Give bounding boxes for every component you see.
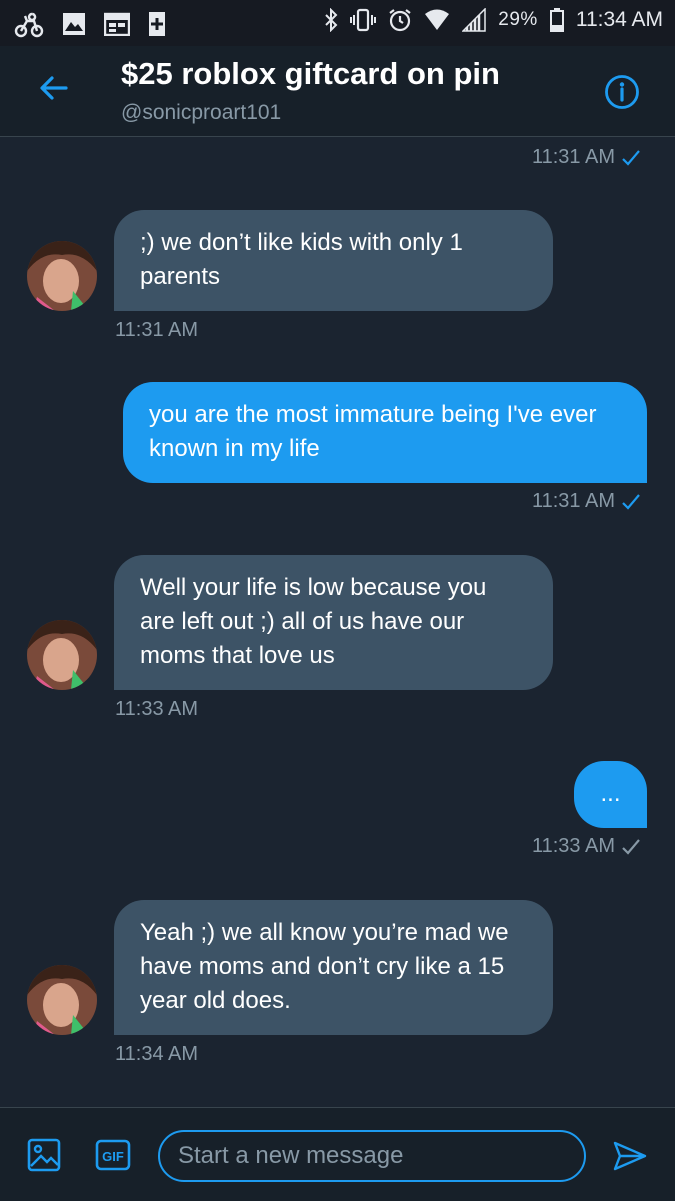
message-input[interactable] <box>158 1130 586 1182</box>
conversation-handle: @sonicproart101 <box>121 101 282 124</box>
gif-button[interactable]: GIF <box>95 1138 131 1172</box>
message-timestamp: 11:31 AM <box>532 146 641 169</box>
read-check-icon <box>622 493 640 510</box>
gif-icon: GIF <box>95 1139 131 1171</box>
wifi-icon <box>425 9 450 30</box>
alarm-icon <box>389 9 411 32</box>
avatar[interactable] <box>27 965 97 1035</box>
message-composer: GIF <box>0 1107 675 1201</box>
incoming-message-bubble[interactable]: Yeah ;) we all know you’re mad we have m… <box>114 900 553 1035</box>
battery-percent: 29% <box>498 9 538 30</box>
status-bar-system: 29% 11:34 AM <box>324 8 663 32</box>
status-bar-notifications <box>14 10 166 38</box>
conversation-title: $25 roblox giftcard on pin <box>121 56 500 91</box>
status-bar-time: 11:34 AM <box>575 8 663 31</box>
read-check-icon <box>622 149 640 166</box>
timestamp-text: 11:33 AM <box>531 835 615 857</box>
image-icon[interactable] <box>27 1138 61 1172</box>
outgoing-message-bubble[interactable]: you are the most immature being I've eve… <box>123 382 647 483</box>
bluetooth-icon <box>325 8 338 32</box>
sent-check-icon <box>622 838 640 855</box>
message-timestamp: 11:31 AM <box>115 319 199 341</box>
avatar-photo <box>27 241 97 311</box>
avatar-photo <box>27 620 97 690</box>
incoming-message-bubble[interactable]: ;) we don’t like kids with only 1 parent… <box>114 210 553 311</box>
outgoing-message-bubble[interactable]: ... <box>574 761 647 828</box>
message-timestamp: 11:34 AM <box>115 1043 199 1065</box>
plus-box-notification-icon <box>149 12 165 36</box>
timestamp-text: 11:31 AM <box>531 490 615 512</box>
avatar[interactable] <box>27 241 97 311</box>
message-thread[interactable]: 11:31 AM ;) we don’t like kids with only… <box>0 137 675 1107</box>
status-bar: 29% 11:34 AM <box>0 0 675 46</box>
calendar-notification-icon <box>104 12 130 36</box>
back-arrow-icon[interactable] <box>36 70 72 106</box>
info-icon[interactable] <box>604 74 640 110</box>
message-timestamp: 11:31 AM <box>532 490 641 513</box>
timestamp-text: 11:31 AM <box>531 146 615 168</box>
send-icon[interactable] <box>612 1140 648 1172</box>
bike-notification-icon <box>14 12 44 38</box>
image-notification-icon <box>63 13 85 35</box>
gif-label: GIF <box>102 1149 124 1164</box>
battery-icon <box>549 8 564 32</box>
message-timestamp: 11:33 AM <box>532 835 641 858</box>
conversation-header: $25 roblox giftcard on pin @sonicproart1… <box>0 46 675 137</box>
signal-icon <box>462 8 487 32</box>
message-timestamp: 11:33 AM <box>115 698 199 720</box>
avatar-photo <box>27 965 97 1035</box>
vibrate-icon <box>350 8 377 32</box>
avatar[interactable] <box>27 620 97 690</box>
incoming-message-bubble[interactable]: Well your life is low because you are le… <box>114 555 553 690</box>
